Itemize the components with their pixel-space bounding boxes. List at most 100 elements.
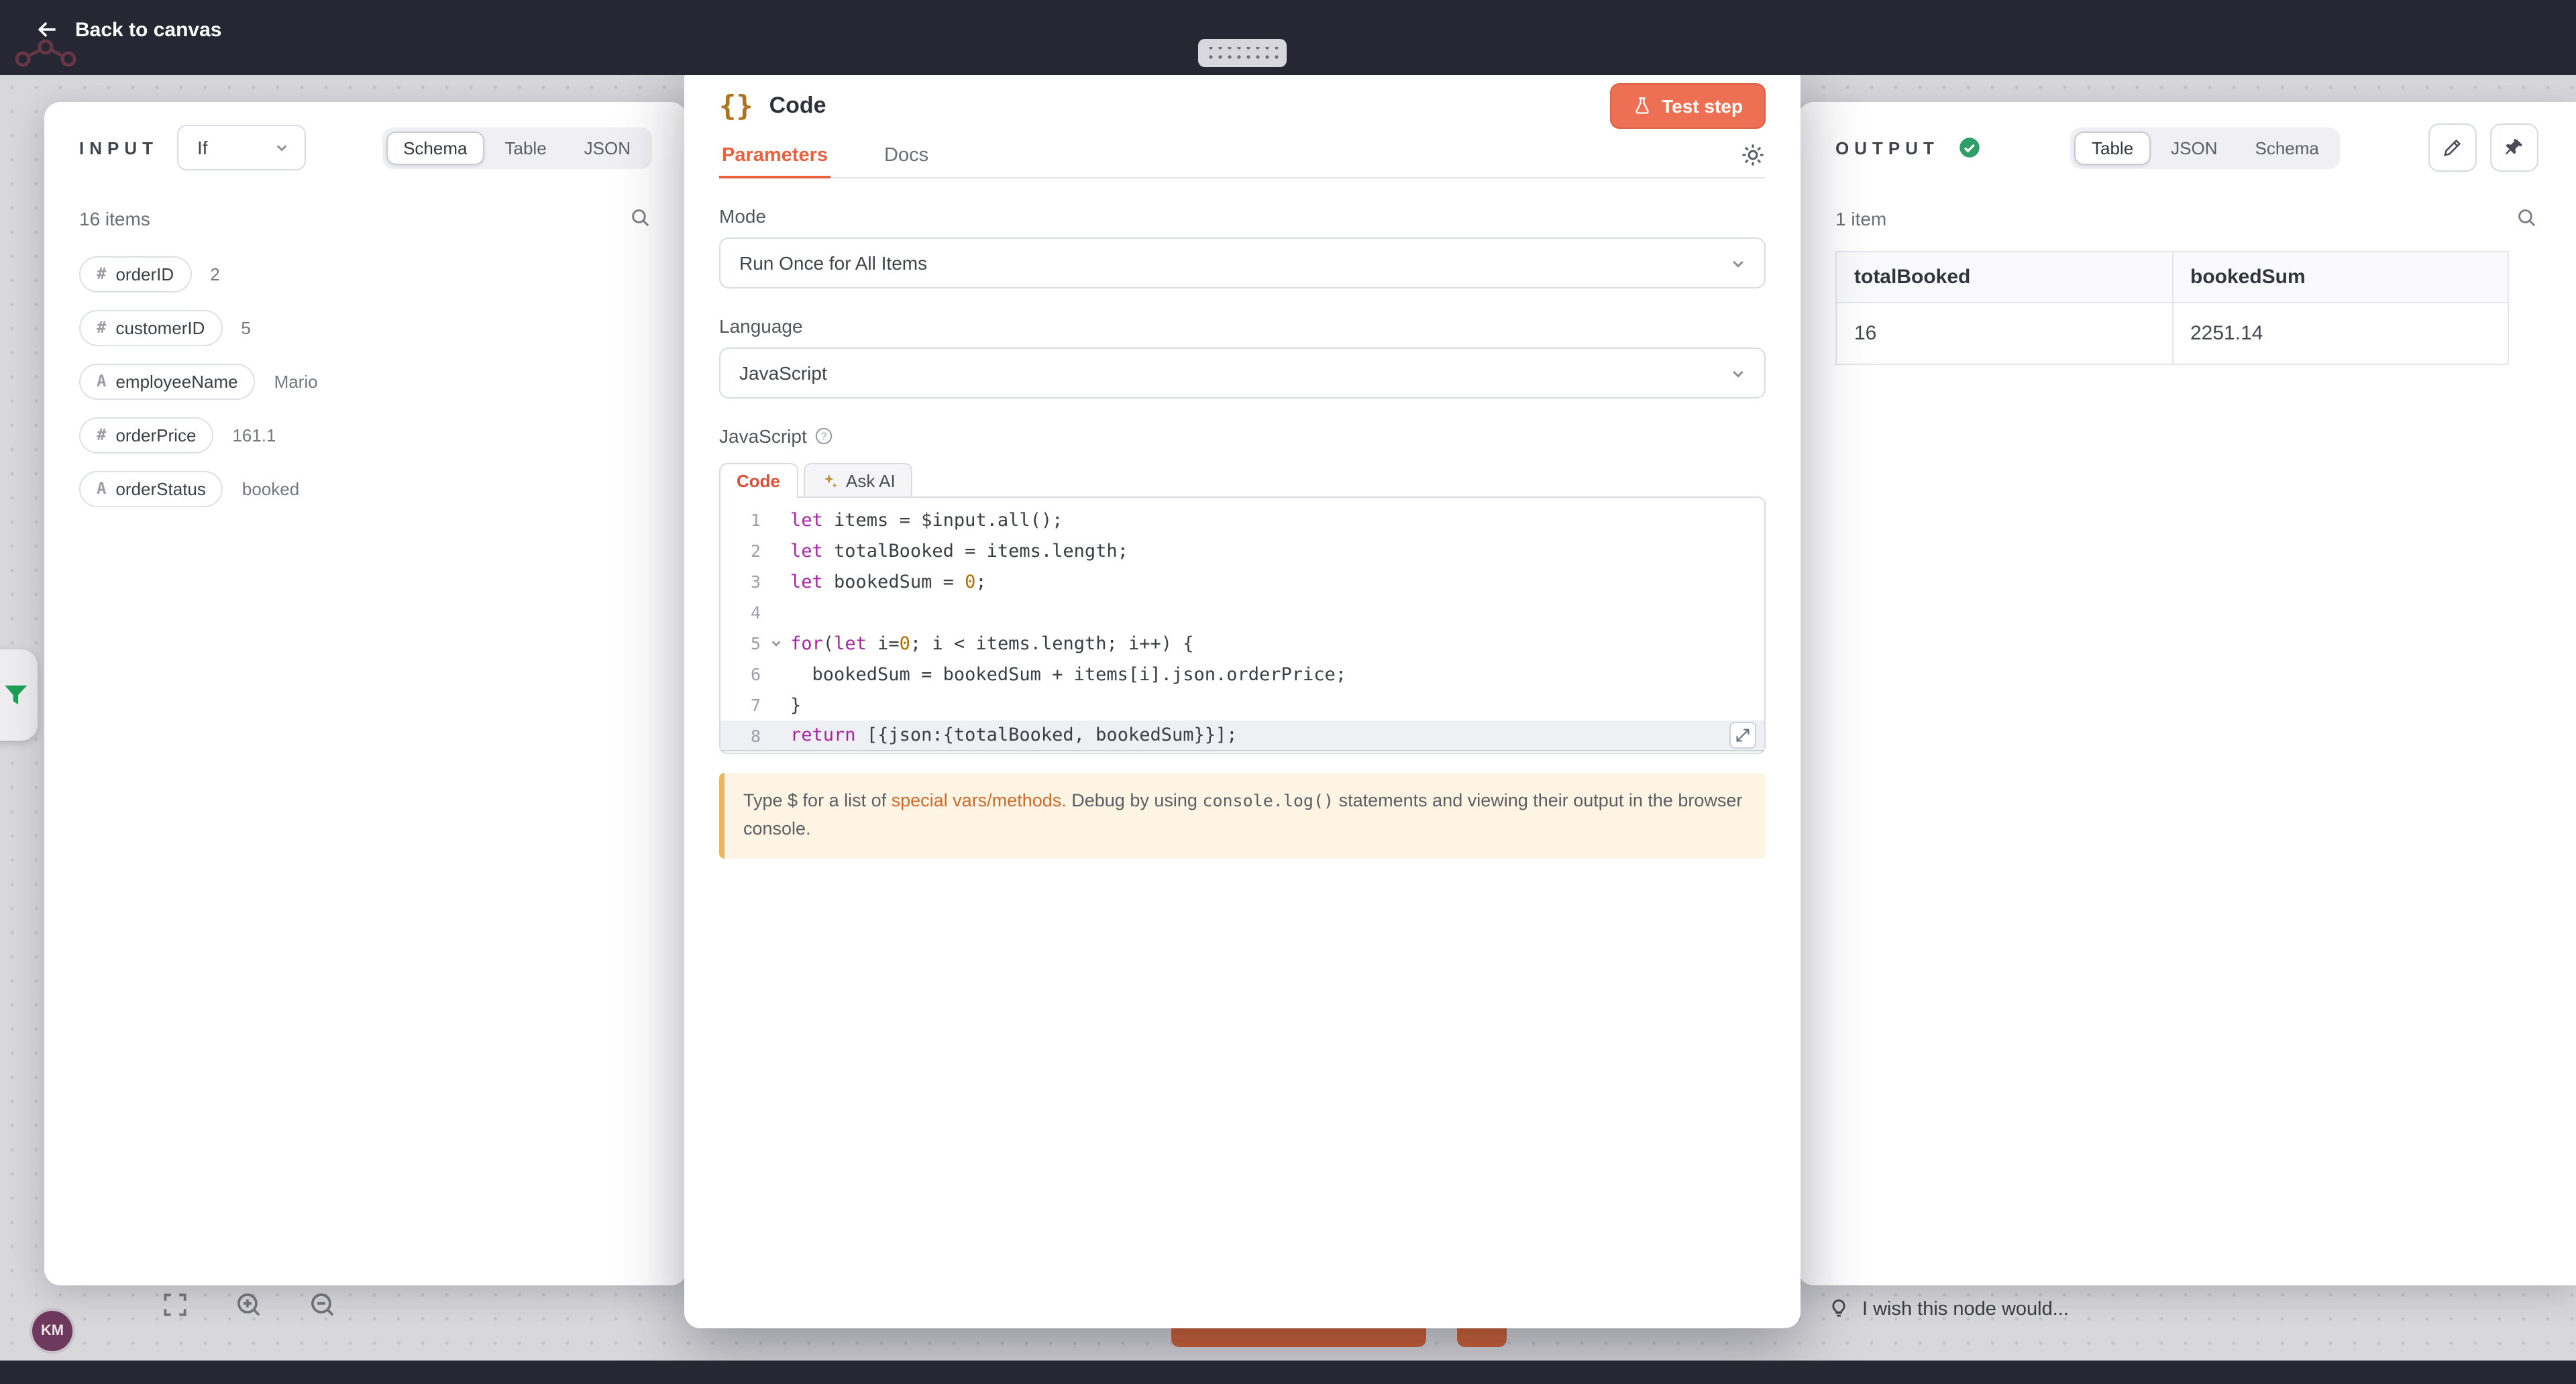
- number-type-icon: #: [97, 425, 106, 444]
- output-table: totalBooked bookedSum 16 2251.14: [1835, 251, 2509, 365]
- code-node-icon: {}: [719, 90, 753, 122]
- schema-field-value: 2: [210, 264, 219, 284]
- zoom-out-icon: [309, 1291, 337, 1319]
- input-items-count: 16 items: [79, 207, 150, 229]
- code-row: 3 let bookedSum = 0;: [720, 566, 1764, 597]
- pencil-icon: [2442, 137, 2463, 158]
- language-label: Language: [719, 315, 1766, 337]
- mode-select[interactable]: Run Once for All Items: [719, 237, 1766, 288]
- input-panel-title: INPUT: [79, 138, 158, 158]
- input-schema-list: # orderID 2 # customerID 5 A employeeNam…: [79, 251, 652, 511]
- schema-field-row: A employeeName Mario: [79, 358, 652, 404]
- line-number: 7: [720, 695, 761, 715]
- output-table-row: 16 2251.14: [1836, 303, 2508, 364]
- schema-field-pill[interactable]: # orderPrice: [79, 417, 213, 453]
- flask-icon: [1632, 97, 1651, 115]
- schema-field-value: 5: [241, 317, 250, 337]
- input-search-button[interactable]: [629, 207, 652, 229]
- code-line: let totalBooked = items.length;: [790, 540, 1764, 562]
- output-panel: OUTPUT Table JSON Schema: [1798, 102, 2576, 1285]
- canvas-zoom-controls: [161, 1291, 337, 1319]
- editor-expand-button[interactable]: [1729, 722, 1756, 749]
- expand-editor-icon: [1735, 727, 1751, 743]
- schema-field-pill[interactable]: # customerID: [79, 309, 222, 345]
- node-feedback-button[interactable]: I wish this node would...: [1819, 1296, 2077, 1322]
- filter-icon: [3, 680, 32, 710]
- sparkles-icon: [820, 472, 838, 490]
- input-source-select[interactable]: If: [177, 125, 306, 170]
- output-column-header: totalBooked: [1836, 252, 2172, 303]
- special-vars-link[interactable]: special vars/methods.: [892, 790, 1067, 810]
- editor-tab-code-label: Code: [737, 471, 780, 491]
- pin-output-button[interactable]: [2490, 123, 2538, 172]
- code-row: 4: [720, 597, 1764, 628]
- output-tab-table[interactable]: Table: [2074, 131, 2151, 164]
- code-row: 2 let totalBooked = items.length;: [720, 535, 1764, 566]
- search-icon: [2516, 207, 2538, 229]
- editor-label: JavaScript ?: [719, 425, 1766, 447]
- line-number: 5: [720, 633, 761, 653]
- schema-field-name: orderStatus: [115, 478, 205, 498]
- schema-field-row: A orderStatus booked: [79, 466, 652, 511]
- code-row: 6 bookedSum = bookedSum + items[i].json.…: [720, 659, 1764, 690]
- line-number: 4: [720, 602, 761, 623]
- schema-field-value: 161.1: [232, 425, 276, 445]
- test-step-button[interactable]: Test step: [1609, 83, 1766, 129]
- tab-docs[interactable]: Docs: [881, 133, 931, 177]
- schema-field-name: customerID: [115, 317, 205, 337]
- output-view-switcher: Table JSON Schema: [2070, 127, 2341, 168]
- schema-field-row: # customerID 5: [79, 305, 652, 350]
- zoom-to-fit-icon: [161, 1291, 189, 1319]
- language-select[interactable]: JavaScript: [719, 348, 1766, 398]
- back-to-canvas-button[interactable]: Back to canvas: [27, 16, 229, 43]
- number-type-icon: #: [97, 318, 106, 337]
- node-settings-button[interactable]: [1740, 142, 1766, 168]
- schema-field-pill[interactable]: A employeeName: [79, 363, 256, 399]
- if-node-partial[interactable]: [0, 649, 38, 741]
- fold-chevron-icon[interactable]: [768, 636, 783, 651]
- input-tab-schema[interactable]: Schema: [386, 131, 484, 164]
- schema-field-pill[interactable]: A orderStatus: [79, 470, 223, 507]
- hint-code: console.log(): [1202, 790, 1334, 810]
- input-tab-table[interactable]: Table: [488, 131, 564, 164]
- top-bar: Back to canvas: [0, 0, 2576, 75]
- language-value: JavaScript: [739, 362, 827, 384]
- gear-icon: [1740, 142, 1766, 168]
- code-row: 1 let items = $input.all();: [720, 504, 1764, 535]
- output-column-header: bookedSum: [2172, 252, 2508, 303]
- output-tab-json[interactable]: JSON: [2153, 131, 2235, 164]
- input-source-value: If: [197, 137, 208, 158]
- edit-output-button[interactable]: [2428, 123, 2477, 172]
- input-tab-json[interactable]: JSON: [567, 131, 648, 164]
- code-line: }: [790, 694, 1764, 716]
- chevron-down-icon: [1728, 253, 1748, 273]
- string-type-icon: A: [97, 372, 106, 390]
- zoom-in-icon: [235, 1291, 263, 1319]
- zoom-in-button[interactable]: [235, 1291, 263, 1319]
- output-search-button[interactable]: [2516, 207, 2538, 229]
- user-avatar[interactable]: KM: [30, 1308, 75, 1354]
- code-line: let bookedSum = 0;: [790, 571, 1764, 592]
- editor-tabs: Code Ask AI: [719, 460, 1766, 498]
- code-editor[interactable]: 1 let items = $input.all(); 2 let totalB…: [719, 496, 1766, 754]
- hint-text: Debug by using: [1067, 790, 1203, 810]
- schema-field-name: orderPrice: [115, 425, 196, 445]
- editor-tab-ask-ai[interactable]: Ask AI: [803, 463, 913, 498]
- arrow-left-icon: [35, 17, 59, 42]
- help-icon[interactable]: ?: [815, 427, 834, 445]
- hint-text: Type $ for a list of: [743, 790, 892, 810]
- schema-field-pill[interactable]: # orderID: [79, 256, 191, 292]
- schema-field-value: Mario: [274, 371, 318, 391]
- editor-tab-code[interactable]: Code: [719, 463, 798, 498]
- output-tab-schema[interactable]: Schema: [2238, 131, 2337, 164]
- output-panel-title: OUTPUT: [1835, 138, 1939, 158]
- zoom-to-fit-button[interactable]: [161, 1291, 189, 1319]
- editor-hint: Type $ for a list of special vars/method…: [719, 773, 1766, 859]
- zoom-out-button[interactable]: [309, 1291, 337, 1319]
- tab-parameters[interactable]: Parameters: [719, 133, 830, 177]
- output-items-count: 1 item: [1835, 207, 1886, 229]
- line-number: 2: [720, 541, 761, 561]
- success-check-icon: [1958, 136, 1982, 160]
- ndv-drag-handle[interactable]: [1198, 39, 1287, 67]
- input-view-switcher: Schema Table JSON: [382, 127, 652, 168]
